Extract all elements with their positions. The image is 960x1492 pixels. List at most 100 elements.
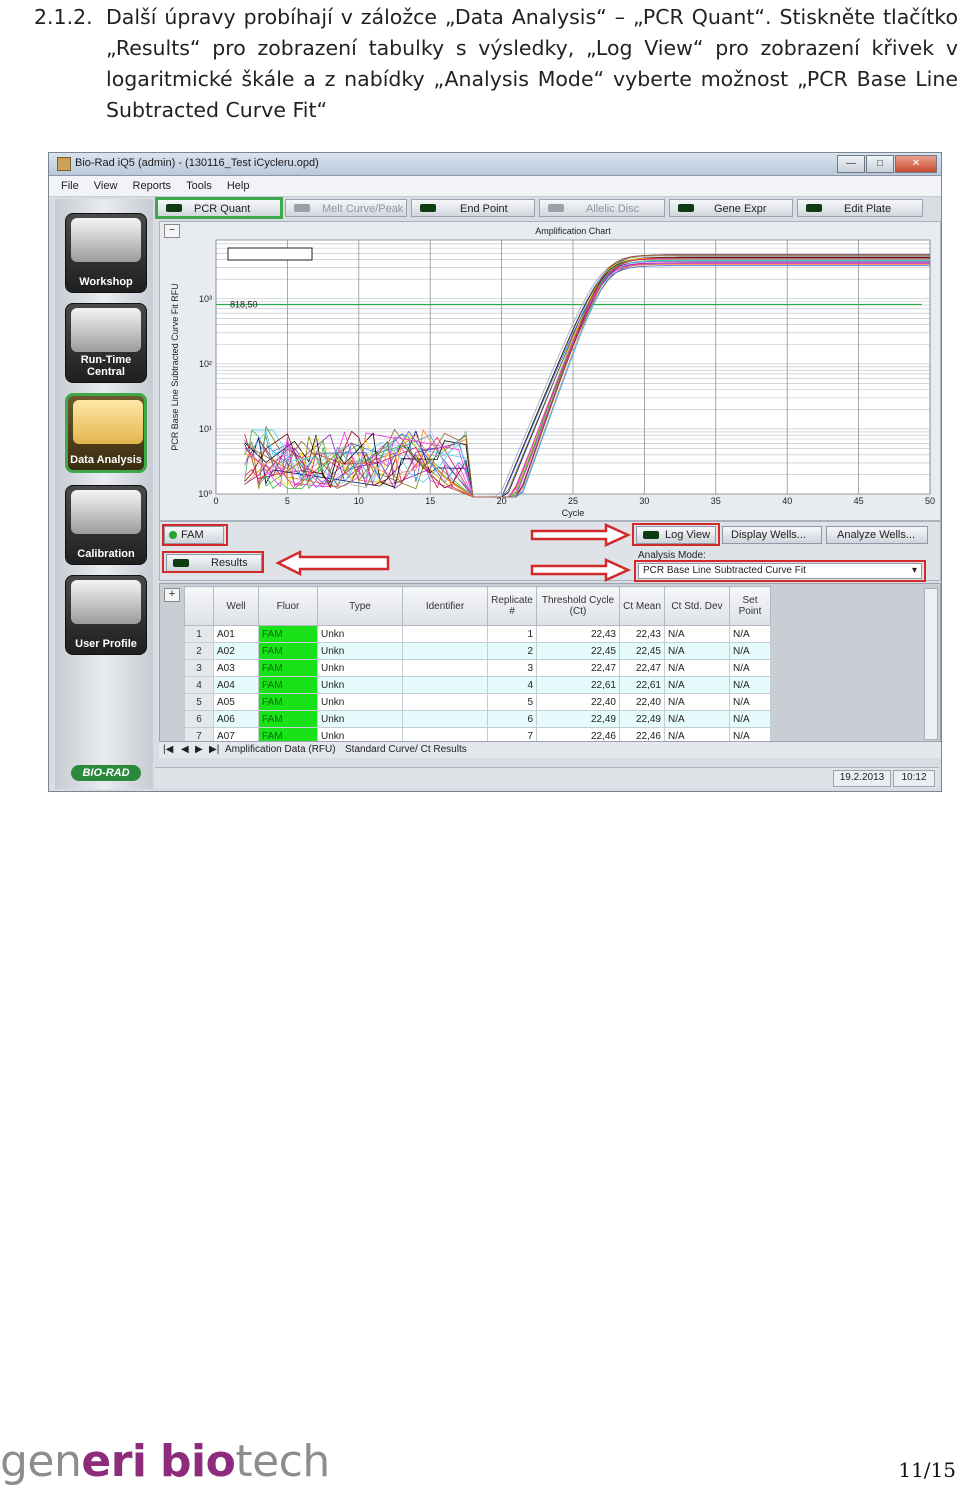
sidebar-item-calibration[interactable]: Calibration	[65, 485, 147, 565]
expand-button[interactable]: +	[164, 588, 180, 602]
table-cell	[402, 693, 488, 711]
x-tick-label: 35	[711, 496, 721, 506]
close-button[interactable]: ✕	[895, 155, 937, 173]
menu-reports[interactable]: Reports	[133, 180, 172, 192]
table-cell: Unkn	[317, 676, 403, 694]
arrow-right-icon	[530, 558, 632, 582]
sidebar-item-workshop[interactable]: Workshop	[65, 213, 147, 293]
tab-gene-expr[interactable]: Gene Expr	[669, 199, 793, 217]
table-cell: A01	[213, 625, 259, 643]
led-icon	[678, 204, 694, 212]
sheet-tabs: |◀ ◀ ▶ ▶| Amplification Data (RFU) Stand…	[159, 741, 941, 758]
next-sheet-button[interactable]: ▶	[195, 744, 203, 755]
minimize-button[interactable]: —	[837, 155, 865, 173]
results-table-panel: + Well Fluor Type Identifier Replicate #…	[159, 583, 941, 757]
table-cell: FAM	[258, 625, 318, 643]
x-tick-label: 40	[782, 496, 792, 506]
menu-bar: File View Reports Tools Help	[49, 176, 941, 197]
table-cell: 22,43	[619, 625, 665, 643]
table-cell: N/A	[729, 676, 771, 694]
first-sheet-button[interactable]: |◀	[163, 744, 173, 755]
sidebar-item-run-time-central[interactable]: Run-Time Central	[65, 303, 147, 383]
title-bar[interactable]: Bio-Rad iQ5 (admin) - (130116_Test iCycl…	[49, 153, 941, 176]
table-cell	[402, 710, 488, 728]
x-axis-label: Cycle	[562, 508, 585, 518]
table-row[interactable]: 5 A05 FAM Unkn 5 22,40 22,40 N/A N/A	[184, 693, 771, 711]
table-row[interactable]: 2 A02 FAM Unkn 2 22,45 22,45 N/A N/A	[184, 642, 771, 660]
vertical-scrollbar[interactable]	[924, 588, 938, 740]
y-axis-label: PCR Base Line Subtracted Curve Fit RFU	[170, 283, 180, 451]
table-cell: Unkn	[317, 659, 403, 677]
table-cell: Unkn	[317, 710, 403, 728]
display-wells-button[interactable]: Display Wells...	[722, 526, 822, 544]
sidebar-item-user-profile[interactable]: User Profile	[65, 575, 147, 655]
y-tick-label: 10¹	[199, 424, 212, 434]
table-cell: Unkn	[317, 642, 403, 660]
run-time-icon	[71, 308, 141, 352]
led-icon	[806, 204, 822, 212]
table-body: 1 A01 FAM Unkn 1 22,43 22,43 N/A N/A 2 A02 FAM Unkn 2…	[184, 625, 771, 745]
table-cell: 22,61	[619, 676, 665, 694]
analysis-tabs: PCR Quant Melt Curve/Peak End Point Alle…	[155, 197, 939, 219]
table-cell: 5	[184, 693, 214, 711]
table-cell: FAM	[258, 710, 318, 728]
table-cell: 2	[487, 642, 537, 660]
sheet-tab-amplification[interactable]: Amplification Data (RFU)	[225, 744, 336, 755]
table-cell: N/A	[729, 693, 771, 711]
calibration-icon	[71, 490, 141, 534]
menu-file[interactable]: File	[61, 180, 79, 192]
table-row[interactable]: 6 A06 FAM Unkn 6 22,49 22,49 N/A N/A	[184, 710, 771, 728]
table-cell: N/A	[664, 710, 730, 728]
x-tick-label: 45	[854, 496, 864, 506]
tab-allelic-disc[interactable]: Allelic Disc	[539, 199, 665, 217]
page-number: 11/15	[898, 1458, 956, 1482]
table-cell: 22,45	[536, 642, 620, 660]
sidebar-item-data-analysis[interactable]: Data Analysis	[65, 393, 147, 473]
status-bar: 19.2.2013 10:12	[155, 767, 939, 788]
legend-box	[227, 247, 313, 261]
table-cell: N/A	[729, 710, 771, 728]
table-cell: FAM	[258, 693, 318, 711]
table-cell: 5	[487, 693, 537, 711]
led-icon	[294, 204, 310, 212]
sheet-tab-standard-curve[interactable]: Standard Curve/ Ct Results	[345, 744, 467, 755]
table-cell: 22,49	[536, 710, 620, 728]
table-cell	[402, 625, 488, 643]
x-tick-label: 50	[925, 496, 935, 506]
table-cell: 3	[487, 659, 537, 677]
table-cell: N/A	[664, 659, 730, 677]
menu-help[interactable]: Help	[227, 180, 250, 192]
x-tick-label: 25	[568, 496, 578, 506]
table-cell: N/A	[729, 642, 771, 660]
table-cell: 1	[184, 625, 214, 643]
table-cell: N/A	[664, 642, 730, 660]
table-row[interactable]: 4 A04 FAM Unkn 4 22,61 22,61 N/A N/A	[184, 676, 771, 694]
prev-sheet-button[interactable]: ◀	[181, 744, 189, 755]
table-cell: 4	[184, 676, 214, 694]
app-icon	[57, 157, 71, 171]
analyze-wells-button[interactable]: Analyze Wells...	[826, 526, 928, 544]
table-row[interactable]: 1 A01 FAM Unkn 1 22,43 22,43 N/A N/A	[184, 625, 771, 643]
table-cell: 22,45	[619, 642, 665, 660]
last-sheet-button[interactable]: ▶|	[209, 744, 219, 755]
maximize-button[interactable]: □	[866, 155, 894, 173]
menu-view[interactable]: View	[94, 180, 118, 192]
table-cell: 22,49	[619, 710, 665, 728]
table-cell: A04	[213, 676, 259, 694]
tab-pcr-quant[interactable]: PCR Quant	[155, 197, 283, 219]
menu-tools[interactable]: Tools	[186, 180, 212, 192]
tab-melt-curve[interactable]: Melt Curve/Peak	[285, 199, 407, 217]
table-row[interactable]: 3 A03 FAM Unkn 3 22,47 22,47 N/A N/A	[184, 659, 771, 677]
analysis-controls: FAM Results Log View Display Wells... An…	[159, 521, 941, 582]
table-cell: N/A	[664, 625, 730, 643]
instruction-text: Další úpravy probíhají v záložce „Data A…	[106, 5, 958, 122]
table-cell	[402, 642, 488, 660]
table-cell: A02	[213, 642, 259, 660]
y-tick-label: 10³	[199, 294, 212, 304]
table-cell: 22,47	[619, 659, 665, 677]
tab-edit-plate[interactable]: Edit Plate	[797, 199, 923, 217]
status-date: 19.2.2013	[833, 770, 891, 787]
tab-end-point[interactable]: End Point	[411, 199, 535, 217]
table-cell: 22,61	[536, 676, 620, 694]
bio-rad-logo: BIO-RAD	[71, 765, 141, 781]
